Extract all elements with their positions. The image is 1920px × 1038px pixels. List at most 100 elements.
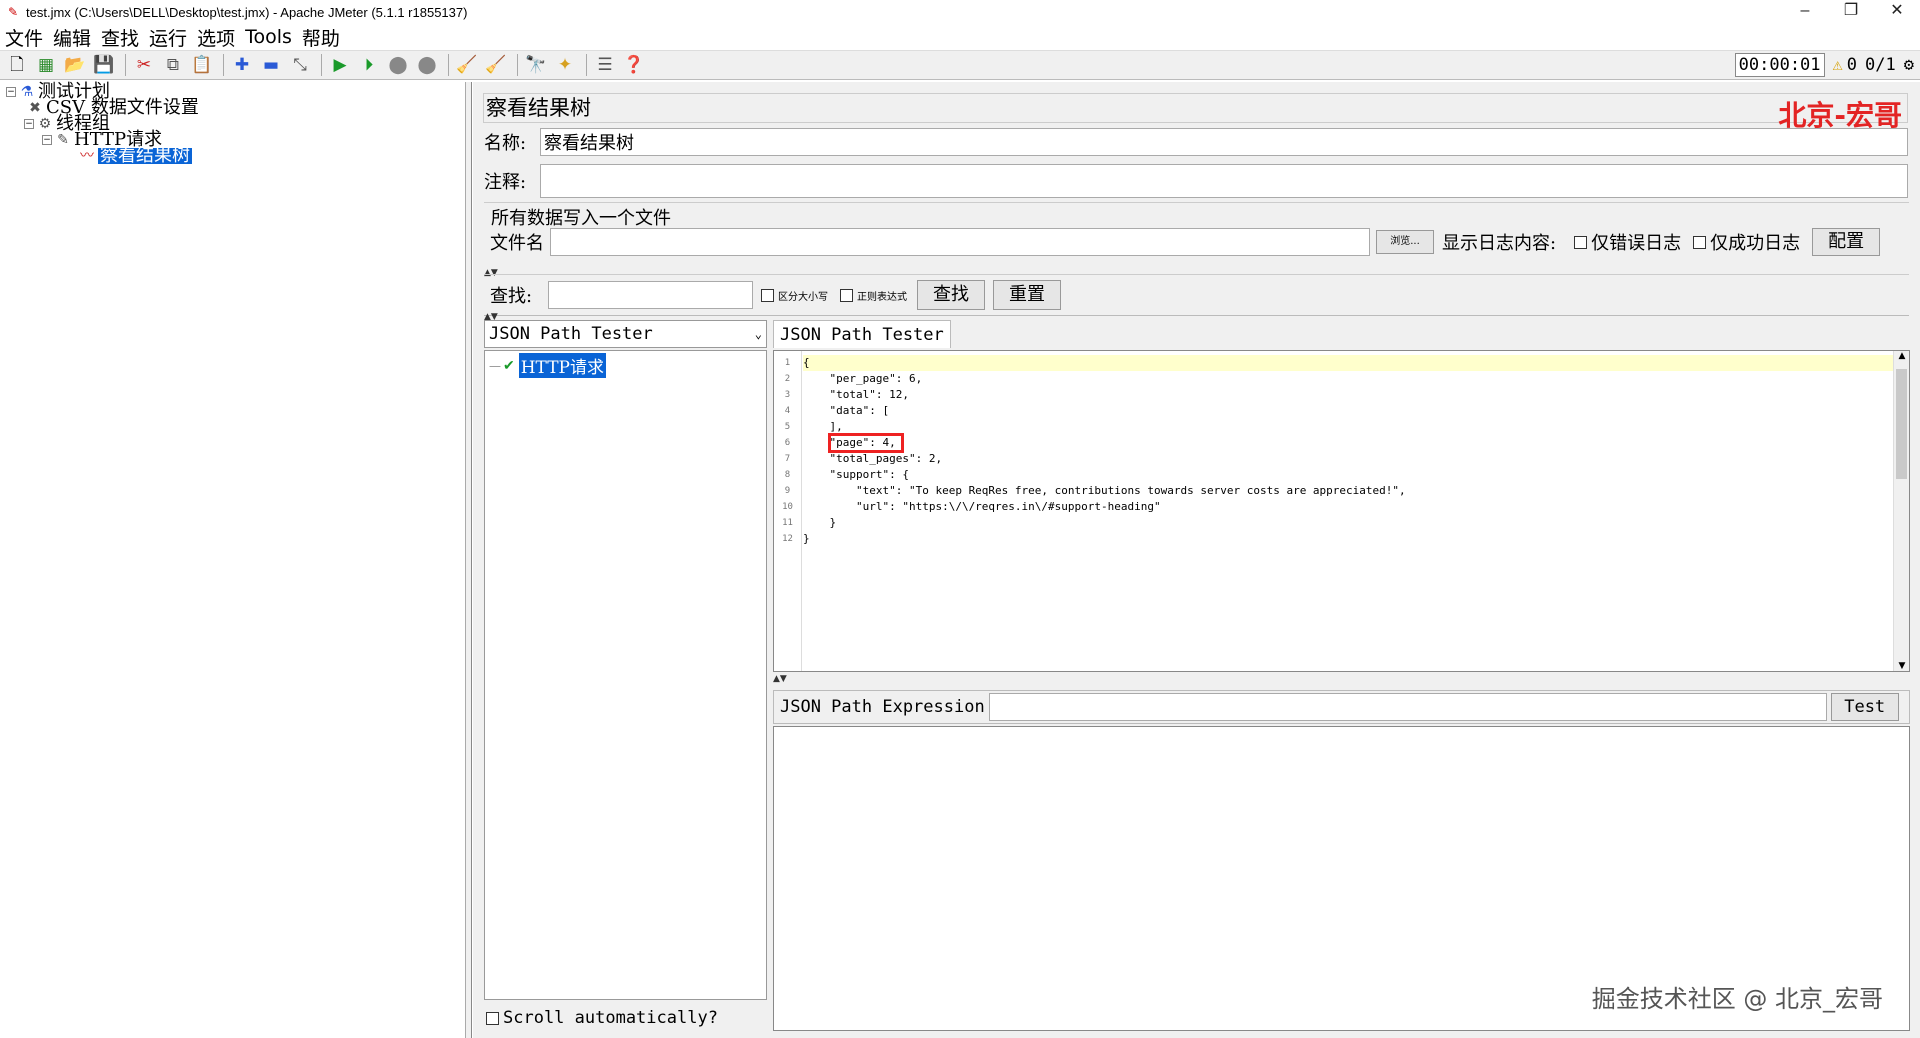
errors-only-checkbox[interactable] [1574,235,1588,249]
menu-edit[interactable]: 编辑 [48,24,96,51]
scroll-down-icon[interactable]: ▼ [1894,661,1910,671]
scrollbar-thumb[interactable] [1896,369,1907,479]
scroll-up-icon[interactable]: ▲ [1894,351,1910,361]
success-only-checkbox[interactable] [1693,235,1707,249]
code-line: } [803,516,837,529]
panel-title: 察看结果树 [483,93,1908,123]
pane-splitter[interactable] [466,82,472,1038]
shutdown-icon[interactable]: ⬤ [414,52,440,78]
menu-options[interactable]: 选项 [192,24,240,51]
tree-node-csv[interactable]: ✖ CSV 数据文件设置 [26,99,199,117]
case-sensitive-checkbox[interactable] [761,288,774,302]
case-sensitive-label: 区分大小写 [778,291,828,303]
warning-icon[interactable]: ⚠ [1833,55,1843,75]
copy-icon[interactable]: ⧉ [160,52,186,78]
menu-tools[interactable]: Tools [240,26,297,48]
test-button[interactable]: Test [1830,693,1899,721]
collapse-toggle[interactable]: − [42,135,52,145]
editor-vertical-scrollbar[interactable]: ▲ ▼ [1893,351,1909,671]
comment-field[interactable] [540,164,1908,198]
results-list-panel: JSON Path Tester ⌄ — ✔ HTTP请求 Scroll aut… [484,320,767,1032]
save-icon[interactable]: 💾 [91,52,117,78]
name-row: 名称: [484,128,1909,156]
open-icon[interactable]: 📂 [62,52,88,78]
cut-icon[interactable]: ✂ [131,52,157,78]
regex-checkbox[interactable] [840,288,853,302]
menu-run[interactable]: 运行 [144,24,192,51]
help-icon[interactable]: ❓ [621,52,647,78]
search-label: 查找: [490,286,533,307]
expression-result-area[interactable]: 掘金技术社区 @ 北京_宏哥 [773,726,1910,1031]
elapsed-timer: 00:00:01 [1734,53,1825,77]
restore-button[interactable]: ❐ [1828,0,1874,24]
templates-icon[interactable]: ▦ [33,52,59,78]
line-number: 5 [784,422,791,432]
splitter-arrows-3[interactable]: ▲▼ [773,674,787,684]
chevron-down-icon[interactable]: ⌄ [755,321,762,347]
tree-line: — [489,358,501,373]
menu-file[interactable]: 文件 [0,24,48,51]
configure-button[interactable]: 配置 [1812,228,1881,256]
line-number: 6 [784,438,791,448]
function-helper-icon[interactable]: ☰ [592,52,618,78]
stop-icon[interactable]: ⬤ [385,52,411,78]
collapse-icon[interactable]: ▬ [258,52,284,78]
filename-field[interactable] [550,228,1370,256]
find-button[interactable]: 查找 [917,280,985,310]
code-line: ], [803,420,843,433]
code-line: "per_page": 6, [803,372,923,385]
line-number: 10 [782,502,793,512]
sampler-pen-icon: ✎ [57,132,69,148]
result-tree-panel: 察看结果树 北京-宏哥 名称: 注释: 所有数据写入一个文件 文件名 浏览...… [473,82,1920,1038]
start-icon[interactable]: ▶ [327,52,353,78]
line-number-gutter: 1 2 3 4 5 6 7 8 9 10 11 12 [774,351,802,671]
response-json-code[interactable]: { "per_page": 6, "total": 12, "data": [ … [803,355,1895,547]
sample-result-item[interactable]: — ✔ HTTP请求 [489,353,606,378]
name-label: 名称: [484,133,527,154]
thread-group-icon: ⚙ [38,116,52,132]
clear-all-icon[interactable]: 🧹 [483,52,509,78]
minimize-button[interactable]: – [1782,0,1828,24]
collapse-toggle[interactable]: − [24,119,34,129]
collapse-toggle[interactable]: − [6,87,16,97]
menu-search[interactable]: 查找 [96,24,144,51]
errors-only-label: 仅错误日志 [1591,233,1682,254]
name-field[interactable] [540,128,1908,156]
clear-icon[interactable]: 🧹 [454,52,480,78]
log-content-label: 显示日志内容: [1442,233,1557,254]
reset-search-icon[interactable]: ✦ [552,52,578,78]
start-no-pauses-icon[interactable]: ⏵ [356,52,382,78]
renderer-select[interactable]: JSON Path Tester ⌄ [484,320,767,348]
csv-config-icon: ✖ [29,100,41,116]
expression-label: JSON Path Expression [780,697,985,717]
tab-json-path-tester[interactable]: JSON Path Tester [773,320,951,348]
reset-button[interactable]: 重置 [993,280,1061,310]
close-button[interactable]: ✕ [1874,0,1920,24]
menu-help[interactable]: 帮助 [297,24,345,51]
browse-button[interactable]: 浏览... [1376,230,1434,254]
toggle-icon[interactable]: ⤡ [287,52,313,78]
expression-input[interactable] [988,693,1827,721]
new-icon[interactable]: 🗋 [4,52,30,78]
code-line: "url": "https:\/\/reqres.in\/#support-he… [803,500,1161,513]
tab-label: JSON Path Tester [780,325,944,345]
search-input[interactable] [548,281,753,309]
code-line: { [803,355,1895,371]
expand-icon[interactable]: ✚ [229,52,255,78]
test-plan-icon: ⚗ [20,84,34,100]
sample-results-tree: — ✔ HTTP请求 [484,350,767,1000]
comment-row: 注释: [484,164,1909,198]
thread-count: 0/1 [1865,55,1896,75]
tree-node-result-tree[interactable]: 〰 察看结果树 [78,147,192,165]
search-binoculars-icon[interactable]: 🔭 [523,52,549,78]
status-area: 00:00:01 ⚠ 0 0/1 ⚙ [1734,53,1914,77]
scroll-auto-checkbox[interactable] [486,1011,499,1025]
response-editor[interactable]: 1 2 3 4 5 6 7 8 9 10 11 12 { "per_page":… [773,350,1910,672]
window-titlebar: ✎ test.jmx (C:\Users\DELL\Desktop\test.j… [0,0,1920,24]
regex-label: 正则表达式 [857,291,907,303]
sample-result-label: HTTP请求 [518,353,606,378]
filename-label: 文件名 [490,233,544,254]
comment-label: 注释: [484,172,527,193]
paste-icon[interactable]: 📋 [189,52,215,78]
json-path-expression-row: JSON Path Expression Test [773,690,1910,724]
